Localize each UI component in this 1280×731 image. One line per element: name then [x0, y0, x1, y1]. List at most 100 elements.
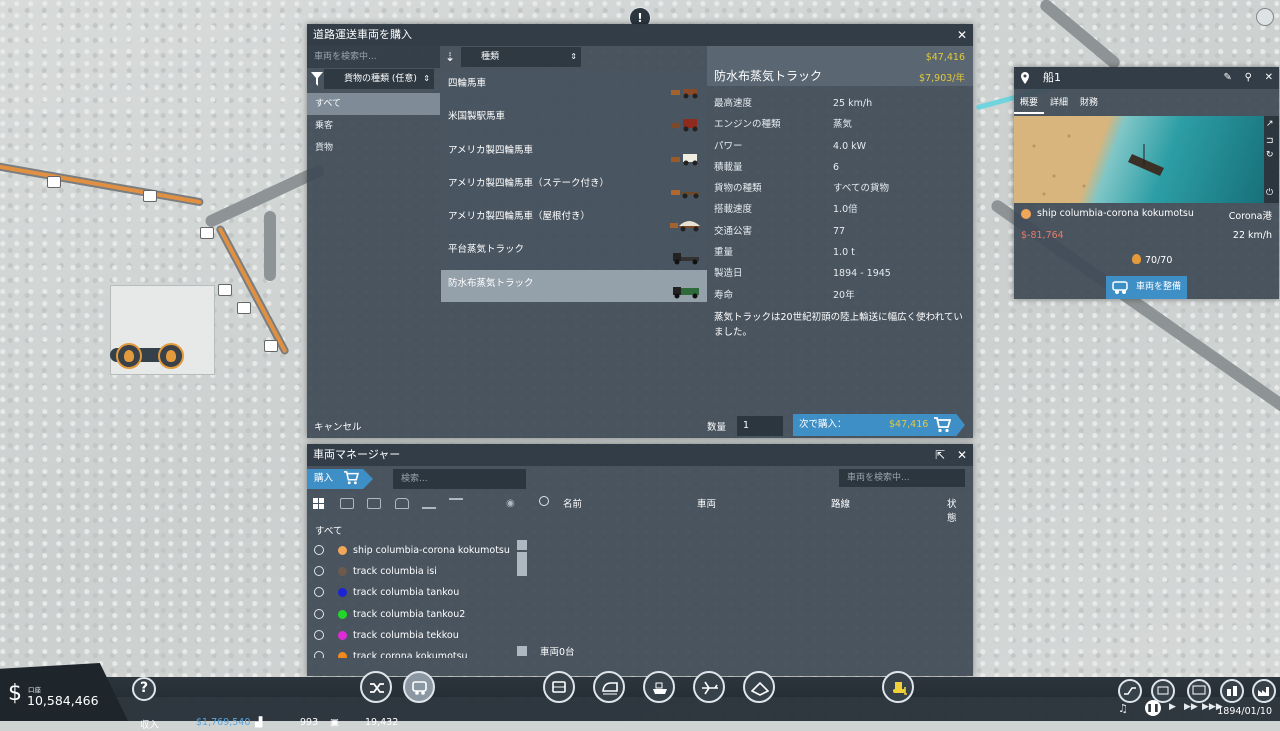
scroll-thumb[interactable]: [517, 552, 527, 576]
close-icon[interactable]: ✕: [957, 24, 967, 46]
grain-icon[interactable]: [116, 343, 142, 369]
vehicle-item[interactable]: アメリカ製四輪馬車（ステーク付き）: [441, 169, 707, 202]
air-button[interactable]: [693, 671, 725, 703]
sort-select[interactable]: 種類 ⇕: [461, 47, 581, 67]
grain-icon[interactable]: [158, 343, 184, 369]
popout-icon[interactable]: ⇱: [935, 444, 945, 466]
spec-label: 寿命: [714, 289, 734, 301]
layers-button[interactable]: [1118, 679, 1142, 703]
ship-camera-view[interactable]: [1014, 116, 1264, 203]
ship-stats: $-81,764 22 km/h: [1014, 228, 1279, 244]
reverse-icon[interactable]: ↻: [1266, 150, 1274, 160]
water-button[interactable]: [643, 671, 675, 703]
all-types-icon[interactable]: [313, 498, 327, 509]
power-icon[interactable]: ⏻: [1266, 188, 1273, 198]
follow-icon[interactable]: ↗: [1266, 119, 1274, 129]
line-radio[interactable]: [314, 650, 324, 658]
play-icon[interactable]: ▶: [1169, 702, 1176, 712]
line-item[interactable]: ship columbia-corona kokumotsu: [307, 540, 517, 561]
service-vehicle-button[interactable]: 車両を整備: [1106, 276, 1187, 299]
line-radio[interactable]: [314, 608, 324, 619]
pin-icon[interactable]: ⚲: [1245, 72, 1252, 83]
music-icon[interactable]: ♫: [1118, 702, 1128, 715]
column-vehicle[interactable]: 車両: [697, 496, 716, 510]
location-pin-icon[interactable]: [1020, 72, 1030, 84]
line-item[interactable]: track columbia isi: [307, 561, 517, 582]
messages-button[interactable]: [1187, 679, 1211, 703]
scroll-down-icon[interactable]: [517, 646, 527, 656]
bus-icon[interactable]: [340, 498, 355, 509]
bulldozer-icon: [893, 682, 907, 695]
fast-forward-icon[interactable]: ▶▶: [1184, 702, 1198, 712]
route-icon[interactable]: ⊐: [1266, 136, 1274, 146]
select-all-radio[interactable]: [539, 496, 549, 506]
column-status[interactable]: 状態: [947, 496, 965, 524]
line-radio[interactable]: [314, 629, 324, 640]
vehicle-item[interactable]: 米国製駅馬車: [441, 103, 707, 136]
category-passenger[interactable]: 乗客: [307, 115, 440, 137]
spec-row: 最高速度 25 km/h: [707, 93, 973, 114]
industries-button[interactable]: [1252, 679, 1276, 703]
sort-label: 種類: [481, 52, 500, 62]
lines-button[interactable]: [360, 671, 392, 703]
bulldozer-button[interactable]: [882, 671, 914, 703]
visibility-icon[interactable]: ◉: [506, 498, 515, 509]
vehicle-search-input[interactable]: 車両を検索中...: [839, 469, 965, 487]
tab-details[interactable]: 詳細: [1044, 91, 1074, 112]
line-radio[interactable]: [314, 566, 324, 577]
column-name[interactable]: 名前: [563, 496, 582, 510]
ship-icon[interactable]: [421, 498, 436, 509]
vehicle-item-selected[interactable]: 防水布蒸気トラック: [441, 269, 707, 302]
edit-icon[interactable]: ✎: [1223, 72, 1231, 83]
cargo-icon[interactable]: ▣: [330, 717, 339, 728]
vehicle-search-input[interactable]: 車両を検索中...: [307, 46, 440, 68]
vehicle-list-button[interactable]: [1151, 679, 1175, 703]
scrollbar[interactable]: [517, 540, 527, 660]
menu-icon[interactable]: [1256, 8, 1274, 26]
vehicle-item[interactable]: アメリカ製四輪馬車: [441, 136, 707, 169]
covered-wagon-icon: [670, 221, 700, 232]
category-cargo[interactable]: 貨物: [307, 137, 440, 159]
train-icon[interactable]: [394, 498, 409, 509]
scroll-up-icon[interactable]: [517, 540, 527, 550]
buy-next-button[interactable]: 次で購入： $47,416: [793, 414, 965, 436]
rail-button[interactable]: [593, 671, 625, 703]
close-icon[interactable]: ✕: [1265, 72, 1273, 83]
line-radio[interactable]: [314, 587, 324, 598]
close-icon[interactable]: ✕: [957, 444, 967, 466]
help-icon: ?: [140, 680, 149, 696]
vehicles-button[interactable]: [403, 671, 435, 703]
terrain-button[interactable]: [743, 671, 775, 703]
tram-icon[interactable]: [367, 498, 382, 509]
line-item[interactable]: track columbia tekkou: [307, 625, 517, 646]
cancel-button[interactable]: キャンセル: [314, 419, 362, 433]
towns-button[interactable]: [1220, 679, 1244, 703]
category-all[interactable]: すべて: [307, 93, 440, 115]
line-search-input[interactable]: 検索...: [393, 469, 526, 489]
carriage-icon: [671, 89, 698, 99]
plane-icon[interactable]: [448, 498, 463, 509]
line-radio[interactable]: [314, 545, 324, 555]
cargo-load: 70/70: [1145, 255, 1173, 266]
vehicle-item[interactable]: アメリカ製四輪馬車（屋根付き）: [441, 203, 707, 236]
spec-value: 20年: [833, 289, 855, 301]
vehicle-item[interactable]: 四輪馬車: [441, 70, 707, 102]
buy-next-price: $47,416: [889, 419, 929, 430]
cargo-filter[interactable]: 貨物の種類 (任意) ⇕: [307, 69, 440, 89]
tab-overview[interactable]: 概要: [1014, 91, 1045, 114]
quantity-input[interactable]: 1: [737, 416, 783, 436]
help-button[interactable]: ?: [132, 677, 156, 701]
line-item[interactable]: track columbia tankou: [307, 582, 517, 603]
sort-icon[interactable]: ⇣: [445, 50, 455, 64]
buy-button[interactable]: 購入: [307, 469, 373, 489]
vehicle-item[interactable]: 平台蒸気トラック: [441, 236, 707, 269]
tab-finance[interactable]: 財務: [1074, 91, 1104, 112]
ship-line-row[interactable]: ship columbia-corona kokumotsu Corona港: [1014, 206, 1279, 222]
quantity-label: 数量: [707, 422, 727, 433]
line-item[interactable]: track corona kokumotsu: [307, 646, 517, 658]
line-item[interactable]: track columbia tankou2: [307, 604, 517, 625]
road-vehicles-button[interactable]: [543, 671, 575, 703]
column-line[interactable]: 路線: [831, 496, 850, 510]
chart-icon[interactable]: ▟: [255, 717, 262, 728]
cargo-filter-select[interactable]: 貨物の種類 (任意) ⇕: [324, 69, 434, 89]
